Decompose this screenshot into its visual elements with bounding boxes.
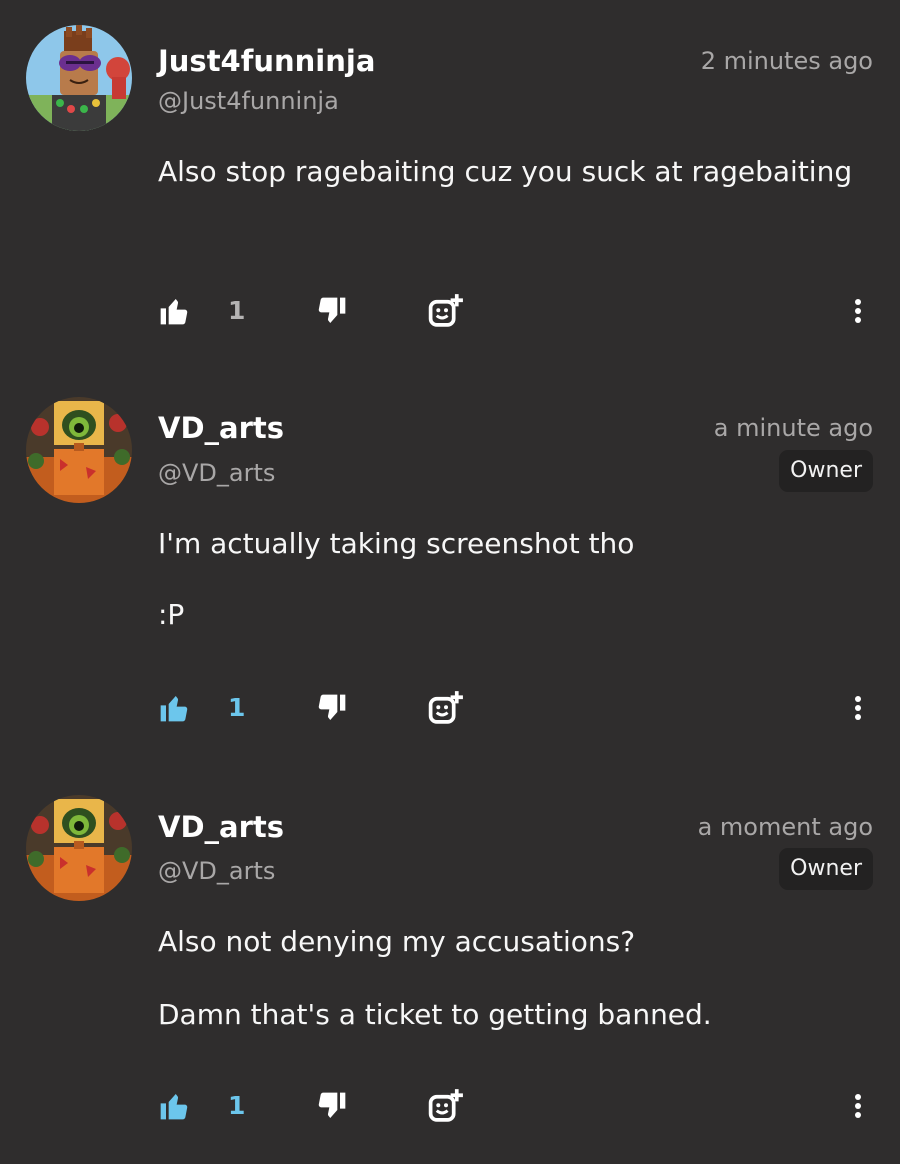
username[interactable]: VD_arts (158, 810, 284, 844)
avatar[interactable] (26, 795, 132, 901)
like-button[interactable] (158, 1081, 190, 1131)
like-count: 1 (228, 1091, 246, 1120)
thumbs-down-icon (318, 1092, 346, 1118)
comment-text: Damn that's a ticket to getting banned. (158, 998, 712, 1031)
more-options-button[interactable] (846, 1081, 870, 1131)
more-vertical-icon (855, 1094, 861, 1118)
timestamp: a moment ago (697, 813, 873, 841)
owner-badge: Owner (779, 848, 873, 890)
comment-item: VD_arts a moment ago @VD_arts Owner Also… (0, 0, 900, 1164)
dislike-button[interactable] (316, 1081, 348, 1131)
add-reaction-button[interactable] (426, 1081, 466, 1131)
comment-text: Also not denying my accusations? (158, 925, 636, 958)
user-handle[interactable]: @VD_arts (158, 856, 275, 886)
add-reaction-icon (428, 1089, 463, 1122)
avatar-image (26, 795, 132, 901)
comment-actions: 1 (0, 1081, 900, 1131)
thumbs-up-icon (160, 1094, 188, 1120)
